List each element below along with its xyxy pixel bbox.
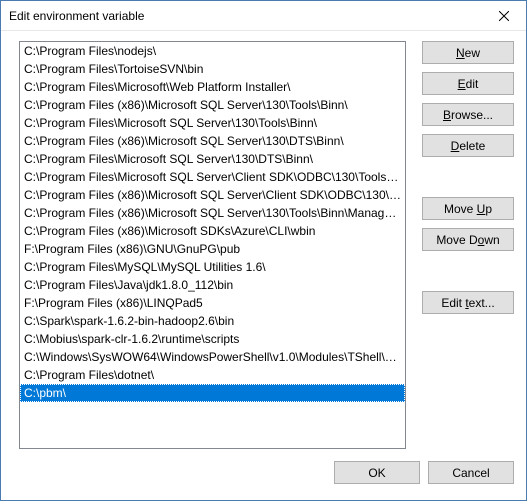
- path-list[interactable]: C:\Program Files\nodejs\C:\Program Files…: [19, 41, 406, 449]
- list-item[interactable]: C:\Program Files\MySQL\MySQL Utilities 1…: [20, 258, 405, 276]
- edit-text-button[interactable]: Edit text...: [422, 291, 514, 314]
- ok-button[interactable]: OK: [334, 461, 420, 484]
- window-title: Edit environment variable: [9, 9, 144, 23]
- titlebar: Edit environment variable: [1, 1, 526, 31]
- list-item[interactable]: C:\Program Files\Microsoft SQL Server\Cl…: [20, 168, 405, 186]
- list-item[interactable]: C:\Program Files (x86)\Microsoft SDKs\Az…: [20, 222, 405, 240]
- list-item[interactable]: C:\Program Files\Microsoft SQL Server\13…: [20, 114, 405, 132]
- list-item[interactable]: C:\Spark\spark-1.6.2-bin-hadoop2.6\bin: [20, 312, 405, 330]
- cancel-button[interactable]: Cancel: [428, 461, 514, 484]
- new-button[interactable]: New: [422, 41, 514, 64]
- close-button[interactable]: [481, 1, 526, 30]
- edit-button[interactable]: Edit: [422, 72, 514, 95]
- list-item[interactable]: C:\Program Files (x86)\Microsoft SQL Ser…: [20, 96, 405, 114]
- list-item[interactable]: F:\Program Files (x86)\LINQPad5: [20, 294, 405, 312]
- list-item[interactable]: C:\Program Files\Java\jdk1.8.0_112\bin: [20, 276, 405, 294]
- list-item[interactable]: C:\Program Files (x86)\Microsoft SQL Ser…: [20, 186, 405, 204]
- list-item[interactable]: C:\Program Files (x86)\Microsoft SQL Ser…: [20, 132, 405, 150]
- list-item[interactable]: C:\Windows\SysWOW64\WindowsPowerShell\v1…: [20, 348, 405, 366]
- list-item[interactable]: C:\Program Files\Microsoft SQL Server\13…: [20, 150, 405, 168]
- list-item[interactable]: C:\Program Files\TortoiseSVN\bin: [20, 60, 405, 78]
- browse-button[interactable]: Browse...: [422, 103, 514, 126]
- list-item[interactable]: C:\Program Files\nodejs\: [20, 42, 405, 60]
- list-item[interactable]: C:\Program Files\dotnet\: [20, 366, 405, 384]
- list-item[interactable]: C:\pbm\: [20, 384, 405, 402]
- dialog-footer: OK Cancel: [1, 449, 526, 484]
- move-up-button[interactable]: Move Up: [422, 197, 514, 220]
- list-item[interactable]: C:\Program Files (x86)\Microsoft SQL Ser…: [20, 204, 405, 222]
- list-item[interactable]: F:\Program Files (x86)\GNU\GnuPG\pub: [20, 240, 405, 258]
- list-item[interactable]: C:\Mobius\spark-clr-1.6.2\runtime\script…: [20, 330, 405, 348]
- delete-button[interactable]: Delete: [422, 134, 514, 157]
- side-button-panel: New Edit Browse... Delete Move Up Move D…: [422, 41, 514, 449]
- close-icon: [499, 11, 509, 21]
- move-down-button[interactable]: Move Down: [422, 228, 514, 251]
- list-item[interactable]: C:\Program Files\Microsoft\Web Platform …: [20, 78, 405, 96]
- dialog-content: C:\Program Files\nodejs\C:\Program Files…: [1, 31, 526, 449]
